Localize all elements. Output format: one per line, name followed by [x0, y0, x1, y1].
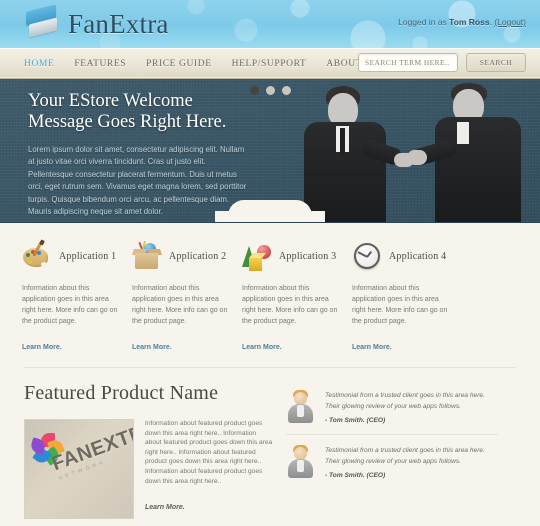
application-card-4: Application 4 Information about this app…: [352, 239, 462, 354]
user-name: Tom Ross: [449, 17, 490, 27]
featured-section: Featured Product Name FANEXTRA NETWORK I…: [0, 368, 540, 519]
application-1-learn-more[interactable]: Learn More.: [22, 344, 62, 351]
testimonial-1-quote: Testimonial from a trusted client goes i…: [325, 392, 485, 410]
testimonial-item-1: Testimonial from a trusted client goes i…: [286, 384, 498, 434]
applications-section: Application 1 Information about this app…: [0, 223, 540, 354]
carousel-dot-1[interactable]: [249, 86, 259, 95]
logout-link[interactable]: (Logout): [494, 17, 526, 27]
clock-icon: [352, 241, 382, 271]
application-1-body: Information about this application goes …: [22, 285, 118, 325]
application-2-header: Application 2: [132, 239, 230, 273]
application-4-body: Information about this application goes …: [352, 285, 448, 325]
application-3-body: Information about this application goes …: [242, 285, 338, 325]
application-2-body: Information about this application goes …: [132, 285, 228, 325]
application-card-2: Application 2 Information about this app…: [132, 239, 242, 354]
carousel-dot-3[interactable]: [281, 86, 291, 95]
paint-palette-icon: [22, 239, 52, 271]
open-box-package-icon: [132, 240, 162, 271]
businessman-right-figure: [405, 82, 530, 222]
application-card-3: Application 3 Information about this app…: [242, 239, 352, 354]
hero-copy: Your EStore Welcome Message Goes Right H…: [28, 91, 250, 218]
application-card-1: Application 1 Information about this app…: [22, 239, 132, 354]
main-navigation-bar: HOME FEATURES PRICE GUIDE HELP/SUPPORT A…: [0, 48, 540, 79]
featured-learn-more[interactable]: Learn More.: [145, 504, 185, 511]
featured-product-row: FANEXTRA NETWORK Information about featu…: [24, 419, 274, 519]
hero-title: Your EStore Welcome Message Goes Right H…: [28, 91, 250, 133]
testimonial-1-text: Testimonial from a trusted client goes i…: [325, 390, 498, 424]
logged-in-prefix: Logged in as: [398, 17, 450, 27]
featured-product-body: Information about featured product goes …: [145, 420, 273, 485]
featured-product-title: Featured Product Name: [24, 382, 219, 404]
businessman-left-figure: [288, 84, 414, 222]
logged-in-status: Logged in as Tom Ross. (Logout): [398, 17, 526, 27]
application-1-title: Application 1: [59, 250, 117, 262]
nav-item-home[interactable]: HOME: [24, 59, 54, 69]
application-4-learn-more[interactable]: Learn More.: [352, 344, 392, 351]
testimonial-item-2: Testimonial from a trusted client goes i…: [286, 434, 498, 489]
webpage-mockup: FanExtra Logged in as Tom Ross. (Logout)…: [0, 0, 540, 526]
application-4-header: Application 4: [352, 239, 450, 273]
nav-item-features[interactable]: FEATURES: [74, 59, 126, 69]
fanextra-logo-icon: [22, 4, 62, 42]
featured-product-copy: Information about featured product goes …: [134, 419, 274, 519]
application-2-learn-more[interactable]: Learn More.: [132, 344, 172, 351]
application-3-learn-more[interactable]: Learn More.: [242, 344, 282, 351]
nav-item-price-guide[interactable]: PRICE GUIDE: [146, 59, 211, 69]
application-1-header: Application 1: [22, 239, 120, 273]
carousel-dots: [0, 86, 540, 95]
carousel-notch: [215, 200, 325, 222]
application-2-title: Application 2: [169, 250, 227, 262]
testimonial-2-author: - Tom Smith. (CEO): [325, 472, 386, 479]
nav-links: HOME FEATURES PRICE GUIDE HELP/SUPPORT A…: [24, 49, 398, 78]
nav-item-help-support[interactable]: HELP/SUPPORT: [232, 59, 307, 69]
testimonials-section: Testimonial from a trusted client goes i…: [274, 382, 498, 519]
hero-title-line-2: Message Goes Right Here.: [28, 112, 227, 132]
hero-banner: Your EStore Welcome Message Goes Right H…: [0, 79, 540, 223]
featured-product-image[interactable]: FANEXTRA NETWORK: [24, 419, 134, 519]
search-button[interactable]: SEARCH: [466, 53, 526, 72]
user-avatar-icon: [286, 390, 316, 424]
testimonial-2-quote: Testimonial from a trusted client goes i…: [325, 447, 485, 465]
user-avatar-icon: [286, 445, 316, 479]
search-area: SEARCH: [358, 53, 526, 72]
application-3-header: Application 3: [242, 239, 340, 273]
testimonial-1-author: - Tom Smith. (CEO): [325, 417, 386, 424]
application-3-title: Application 3: [279, 250, 337, 262]
brand-name: FanExtra: [68, 8, 169, 39]
site-header: FanExtra Logged in as Tom Ross. (Logout): [0, 0, 540, 48]
site-logo[interactable]: FanExtra: [22, 4, 169, 42]
geometric-shapes-icon: [242, 241, 272, 271]
application-4-title: Application 4: [389, 250, 447, 262]
search-input[interactable]: [358, 53, 458, 72]
featured-product: Featured Product Name FANEXTRA NETWORK I…: [24, 382, 274, 519]
testimonial-2-text: Testimonial from a trusted client goes i…: [325, 445, 498, 479]
carousel-dot-2[interactable]: [265, 86, 275, 95]
hero-body-text: Lorem ipsum dolor sit amet, consectetur …: [28, 145, 247, 217]
